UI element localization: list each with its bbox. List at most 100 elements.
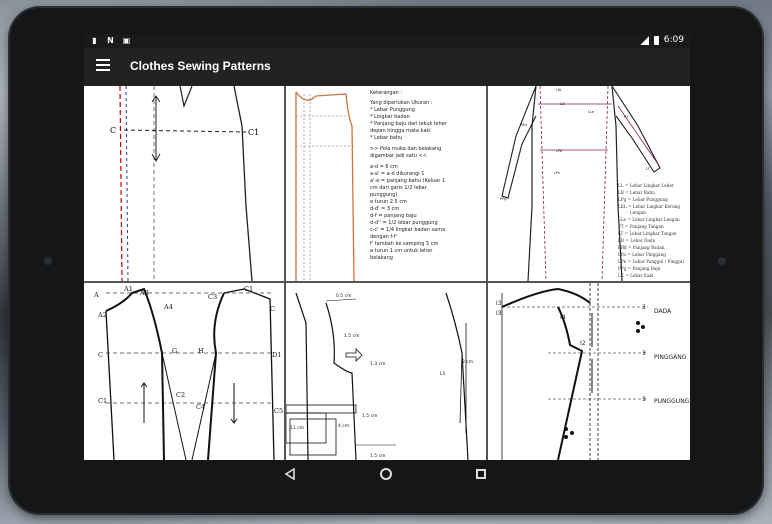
note-12: cm dari garis 1/2 lebar [370,185,428,191]
legend-12: PPg = Panjang Baju [618,266,661,271]
pattern-tile-1[interactable]: C C1 [84,86,284,281]
legend-7: LT = Lebar Lingkar Tangan [618,231,677,236]
legend-4: Lengan [630,210,646,215]
dim-l5: L5 [440,371,446,377]
label-a4: A4 [163,303,173,311]
label-c1: C1 [248,128,259,137]
pattern-grid: C C1 Keterangan : Yang diperlukan Ukuran… [84,86,690,460]
label-c-right: C [270,305,275,313]
app-title: Clothes Sewing Patterns [130,59,271,73]
label-3-bottom: 3 [642,396,646,403]
legend-11: LPn = Lebar Panggul / Pinggul [618,259,684,264]
legend-2: LPg = Lebar Punggung [618,197,668,202]
note-7: >> Pola muka dan belakang [370,146,441,152]
mark-lle: LLe [588,110,594,114]
dim-11cm: 11 cm [290,425,304,431]
label-3-top: 3 [642,304,646,311]
sd-card-icon: ▮ [92,36,97,45]
back-icon[interactable] [284,468,296,480]
note-3: * Lingkar badan [370,114,410,120]
notification-icons: ▮ N ▣ [90,36,131,45]
note-6: * Lebar bahu [370,135,402,141]
label-punggung: PUNGGUNG [654,398,690,405]
pattern-tile-3[interactable]: LKL LD LLe PBd LPa LPn PT LT PPg LL = Le… [488,86,690,281]
status-bar: ▮ N ▣ 6:09 [84,34,690,48]
pattern-drawing-1: C C1 [110,86,259,281]
note-1: Yang diperlukan Ukuran : [369,100,433,106]
label-c3: C3 [208,293,217,301]
mark-ppg: PPg [500,197,506,201]
dim-1-3cm: 1.3 cm [370,361,385,367]
note-5: depan hingga mata kaki [370,128,431,134]
pattern-tile-6[interactable]: DADA PINGGANG PUNGGUNG 3 3 3 I3 I3 I4 I2 [488,283,690,460]
legend-8: LD = Lebar Dada [618,238,656,243]
label-c1-left: C1 [98,397,107,405]
battery-icon [653,35,659,45]
label-a1: A1 [123,285,133,293]
note-17: d-d'' = 1/2 lebar punggung [370,220,438,226]
device-screen: ▮ N ▣ 6:09 Clothes Sewing Patterns C C1 … [84,34,690,460]
dim-1-5cm-mid: 1.5 cm [362,413,377,419]
app-bar: Clothes Sewing Patterns [84,48,690,86]
note-10: a-a' = a-d dikurangi 1 [370,171,424,177]
label-i3-below: I3 [496,310,502,317]
dim-0-5cm: 0.5 cm [336,293,351,299]
pattern-drawing-2: Keterangan : Yang diperlukan Ukuran : * … [295,90,448,281]
dim-1-5cm-bottom: 1.5 cm [370,453,385,459]
mark-lt: LT [646,167,650,171]
pattern-drawing-5: 0.5 cm 1.5 cm 1.3 cm L5 2 cm 1.5 cm 11 c… [286,292,473,460]
legend-3: LKL = Lebar Lingkar Kerung [618,204,680,209]
legend-1: LB = Lebar Bahu [618,190,655,195]
clock: 6:09 [663,35,684,45]
note-19: dengan f-f' [370,234,397,240]
legend-13: LK = Lebar Kaki [618,273,654,278]
label-c-left: C [98,351,103,359]
label-i3-top: I3 [496,300,502,307]
legend-5: LLe = Lebar Lingkar Lengan [618,217,680,222]
pattern-drawing-4: A A1 A2 A3 A4 C3 C1 C C G H D1 C1 C2 C4 … [93,285,283,460]
label-c: C [110,126,116,135]
note-22: belakang [370,255,393,261]
label-c5: C5 [274,407,283,415]
label-i2: I2 [580,340,586,347]
note-21: a turun 1 cm untuk leher [370,248,433,254]
note-13: punggung) [370,192,397,198]
note-4: * Panjang baju dari lekuk leher [370,121,448,127]
legend-10: LPa = Lebar Pinggang [618,252,666,257]
mark-pbd: PBd [520,123,527,127]
label-d1: D1 [272,351,281,359]
home-icon[interactable] [380,468,392,480]
note-14: e turun 2.5 cm [370,199,407,205]
dim-1-5cm-top: 1.5 cm [344,333,359,339]
n-app-icon: N [107,36,114,45]
mark-lkl: LKL [556,88,562,92]
sensor-dot-left [44,257,52,265]
note-18: c-c' = 1/4 lingkar badan sama [370,227,445,233]
label-h: H [198,347,204,355]
mark-lpn: LPn [554,171,560,175]
gallery-icon: ▣ [122,36,131,45]
note-16: d-f = panjang baju [370,213,417,219]
label-a3: A3 [139,289,149,297]
label-i4: I4 [560,314,566,321]
dim-4cm: 4 cm [338,423,349,429]
mark-pt: PT [624,115,629,119]
label-a: A [93,291,99,299]
hamburger-menu-icon[interactable] [96,59,110,73]
legend-6: PT = Panjang Tangan [618,224,664,229]
pattern-tile-2[interactable]: Keterangan : Yang diperlukan Ukuran : * … [286,86,486,281]
pattern-tile-5[interactable]: 0.5 cm 1.5 cm 1.3 cm L5 2 cm 1.5 cm 11 c… [286,283,486,460]
recent-apps-icon[interactable] [476,469,486,479]
note-8: digambar jadi satu << [370,153,427,159]
pattern-drawing-3: LKL LD LLe PBd LPa LPn PT LT PPg LL = Le… [500,86,684,281]
system-icons: 6:09 [639,35,684,45]
signal-icon [639,35,649,45]
mark-ld: LD [560,102,565,106]
note-2: * Lebar Punggung [370,107,415,113]
pattern-tile-4[interactable]: A A1 A2 A3 A4 C3 C1 C C G H D1 C1 C2 C4 … [84,283,284,460]
label-3-mid: 3 [642,350,646,357]
label-pinggang: PINGGANG [654,354,687,361]
system-navigation-bar [84,460,690,490]
note-9: a-d = 6 cm [370,164,398,170]
label-dada: DADA [654,308,672,315]
